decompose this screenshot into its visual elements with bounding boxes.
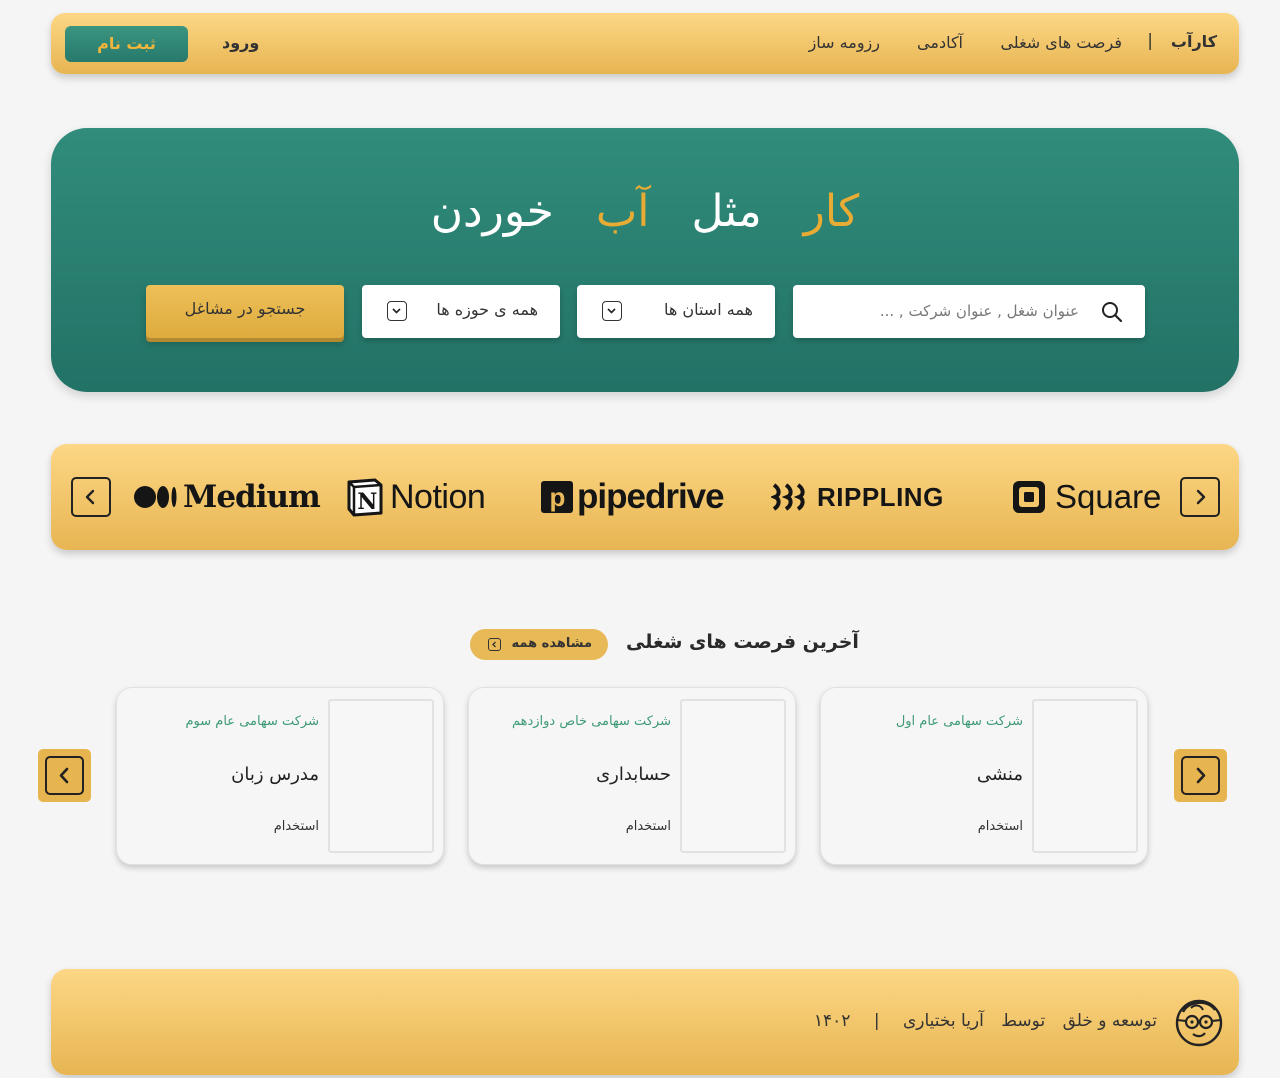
medium-icon xyxy=(134,486,177,508)
footer-year: ۱۴۰۲ xyxy=(813,1011,851,1031)
field-select[interactable]: همه ی حوزه ها xyxy=(362,285,560,338)
job-company: شرکت سهامی خاص دوازدهم xyxy=(511,714,671,729)
nerd-face-icon xyxy=(1173,996,1225,1052)
chevron-right-icon xyxy=(1196,767,1206,784)
nav-link-resume-builder[interactable]: رزومه ساز xyxy=(809,33,880,52)
brands-next-button[interactable] xyxy=(1180,477,1220,517)
search-input[interactable] xyxy=(819,297,1079,325)
pipedrive-icon: p xyxy=(541,481,573,513)
footer: توسعه و خلق توسط آریا بختیاری | ۱۴۰۲ xyxy=(51,969,1239,1075)
view-all-label: مشاهده همه xyxy=(511,636,593,651)
nav-link-jobs[interactable]: فرصت های شغلی xyxy=(1000,33,1122,52)
job-card[interactable]: شرکت سهامی عام اول منشی استخدام xyxy=(820,687,1148,865)
job-card[interactable]: شرکت سهامی خاص دوازدهم حسابداری استخدام xyxy=(468,687,796,865)
nav-link-academy[interactable]: آکادمی xyxy=(917,33,963,52)
signup-button[interactable]: ثبت نام xyxy=(65,26,188,62)
brand-logo-rippling: RIPPLING xyxy=(771,474,944,520)
hero-word-1: کار xyxy=(803,186,860,237)
brand-name-rippling: RIPPLING xyxy=(817,481,944,512)
top-navbar: کارآب | فرصت های شغلی آکادمی رزومه ساز و… xyxy=(51,13,1239,74)
hero-word-2: مثل xyxy=(691,186,762,237)
brand-name-square: Square xyxy=(1055,478,1162,515)
notion-icon: N xyxy=(347,478,383,517)
nav-separator: | xyxy=(1147,31,1153,51)
chevron-down-icon xyxy=(602,301,622,321)
hero-section: کار مثل آب خوردن همه استان ها همه ی حوزه… xyxy=(51,128,1239,392)
chevron-left-icon xyxy=(59,767,69,784)
brand-name-medium: Medium xyxy=(183,479,321,515)
brand-logo-pipedrive: p pipedrive xyxy=(540,474,725,520)
footer-develop: توسعه و خلق xyxy=(1062,1011,1157,1031)
footer-author[interactable]: آریا بختیاری xyxy=(903,1011,984,1031)
site-logo[interactable]: کارآب xyxy=(1171,32,1217,51)
jobs-prev-button[interactable] xyxy=(38,749,91,802)
brands-carousel: Medium N Notion p pipedrive RIPPLING Squ… xyxy=(51,444,1239,550)
job-title: منشی xyxy=(976,764,1023,785)
brand-logo-medium: Medium xyxy=(133,474,321,520)
jobs-next-frame xyxy=(1181,756,1220,795)
chevron-left-icon xyxy=(85,489,95,505)
job-card[interactable]: شرکت سهامی عام سوم مدرس زبان استخدام xyxy=(116,687,444,865)
chevron-down-icon xyxy=(387,301,407,321)
province-select-value: همه استان ها xyxy=(663,300,753,319)
brand-name-notion: Notion xyxy=(390,477,486,516)
latest-jobs-title: آخرین فرصت های شغلی xyxy=(626,631,859,653)
jobs-prev-frame xyxy=(45,756,84,795)
job-type: استخدام xyxy=(273,819,319,834)
search-icon[interactable] xyxy=(1101,301,1123,327)
job-type: استخدام xyxy=(977,819,1023,834)
brand-logo-notion: N Notion xyxy=(345,474,486,520)
hero-title: کار مثل آب خوردن xyxy=(51,186,1239,237)
hero-word-3: آب xyxy=(595,186,650,237)
hero-word-4: خوردن xyxy=(430,186,554,237)
company-logo-placeholder xyxy=(328,699,434,853)
footer-separator: | xyxy=(873,1011,880,1031)
company-logo-placeholder xyxy=(680,699,786,853)
company-logo-placeholder xyxy=(1032,699,1138,853)
brands-prev-button[interactable] xyxy=(71,477,111,517)
job-company: شرکت سهامی عام سوم xyxy=(185,714,320,729)
footer-credits: توسعه و خلق توسط آریا بختیاری | ۱۴۰۲ xyxy=(802,1011,1157,1031)
chevron-left-icon xyxy=(488,638,501,651)
brand-name-pipedrive: pipedrive xyxy=(577,477,725,516)
footer-by: توسط xyxy=(1001,1011,1046,1031)
square-icon xyxy=(1013,481,1045,513)
job-company: شرکت سهامی عام اول xyxy=(895,714,1023,729)
search-jobs-button[interactable]: جستجو در مشاغل xyxy=(146,285,344,338)
job-type: استخدام xyxy=(625,819,671,834)
job-title: حسابداری xyxy=(596,764,671,785)
province-select[interactable]: همه استان ها xyxy=(577,285,775,338)
chevron-right-icon xyxy=(1196,489,1206,505)
job-search-box xyxy=(793,285,1145,338)
view-all-button[interactable]: مشاهده همه xyxy=(470,629,608,660)
login-link[interactable]: ورود xyxy=(222,33,259,52)
job-title: مدرس زبان xyxy=(231,764,319,785)
rippling-icon xyxy=(771,483,805,511)
svg-text:p: p xyxy=(550,482,565,512)
brand-logo-square: Square xyxy=(1011,474,1161,520)
field-select-value: همه ی حوزه ها xyxy=(436,300,538,319)
jobs-next-button[interactable] xyxy=(1174,749,1227,802)
svg-text:N: N xyxy=(357,489,377,515)
